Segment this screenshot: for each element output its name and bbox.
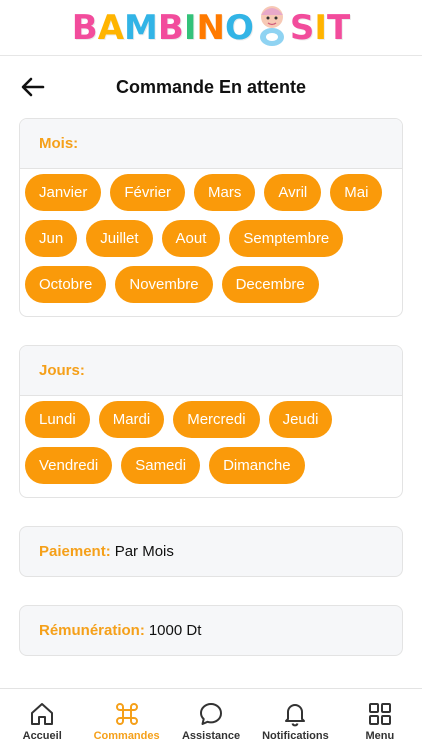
logo-letter: I (314, 7, 327, 48)
months-card: Mois: Janvier Février Mars Avril Mai Jun… (19, 118, 403, 317)
months-chips: Janvier Février Mars Avril Mai Jun Juill… (20, 169, 402, 316)
home-icon (31, 703, 54, 725)
bambinosit-logo: B A M B I N O S I T (71, 3, 351, 50)
month-chip[interactable]: Jun (25, 220, 78, 257)
month-chip[interactable]: Novembre (115, 266, 213, 303)
command-icon (115, 703, 138, 725)
days-label: Jours: (39, 362, 85, 379)
payment-label: Paiement: (39, 543, 111, 560)
grid-icon (368, 703, 391, 725)
day-chip[interactable]: Mercredi (173, 401, 260, 438)
tab-accueil[interactable]: Accueil (0, 689, 84, 750)
chat-bubble-icon (200, 703, 223, 725)
month-chip[interactable]: Mai (330, 174, 383, 211)
month-chip[interactable]: Juillet (86, 220, 153, 257)
order-details: Mois: Janvier Février Mars Avril Mai Jun… (0, 118, 422, 656)
baby-mascot-icon (255, 3, 289, 47)
day-chip[interactable]: Dimanche (209, 447, 305, 484)
tab-label: Accueil (22, 730, 62, 742)
tab-notifications[interactable]: Notifications (253, 689, 337, 750)
tab-label: Notifications (262, 730, 329, 742)
months-card-header: Mois: (20, 119, 402, 169)
month-chip[interactable]: Aout (161, 220, 221, 257)
logo-letter: O (224, 7, 254, 48)
month-chip[interactable]: Mars (194, 174, 256, 211)
day-chip[interactable]: Samedi (121, 447, 201, 484)
days-card-header: Jours: (20, 346, 402, 396)
month-chip[interactable]: Avril (264, 174, 322, 211)
tab-label: Assistance (181, 730, 241, 742)
tab-label: Commandes (93, 730, 160, 742)
month-chip[interactable]: Semptembre (229, 220, 344, 257)
month-chip[interactable]: Octobre (25, 266, 107, 303)
logo-letter: N (196, 7, 225, 48)
month-chip[interactable]: Decembre (221, 266, 319, 303)
app-header: B A M B I N O S I T (0, 0, 422, 56)
day-chip[interactable]: Lundi (25, 401, 90, 438)
payment-value: Par Mois (114, 543, 174, 560)
bell-icon (285, 704, 306, 727)
logo-letter: I (183, 7, 197, 48)
month-chip[interactable]: Février (110, 174, 186, 211)
logo-letter: S (289, 7, 315, 48)
tab-commandes[interactable]: Commandes (84, 689, 168, 750)
day-chip[interactable]: Mardi (98, 401, 165, 438)
tab-label: Menu (365, 730, 395, 742)
logo-letter: B (71, 7, 98, 48)
payment-card: Paiement: Par Mois (19, 526, 403, 577)
tab-menu[interactable]: Menu (338, 689, 422, 750)
logo-letter: M (124, 7, 158, 48)
remuneration-value: 1000 Dt (148, 622, 202, 639)
logo-letter: B (157, 7, 184, 48)
day-chip[interactable]: Vendredi (25, 447, 113, 484)
month-chip[interactable]: Janvier (25, 174, 102, 211)
title-bar: Commande En attente (0, 56, 422, 118)
page-title: Commande En attente (115, 76, 307, 97)
logo-letter: A (97, 7, 125, 48)
remuneration-label: Rémunération: (39, 622, 145, 639)
bottom-tab-bar: Accueil Commandes Assistance Notificatio… (0, 688, 422, 750)
remuneration-card: Rémunération: 1000 Dt (19, 605, 403, 656)
day-chip[interactable]: Jeudi (268, 401, 333, 438)
days-chips: Lundi Mardi Mercredi Jeudi Vendredi Same… (20, 396, 402, 497)
tab-assistance[interactable]: Assistance (169, 689, 253, 750)
back-arrow-icon[interactable] (20, 74, 46, 100)
logo-letter: T (327, 7, 351, 48)
months-label: Mois: (39, 135, 79, 152)
days-card: Jours: Lundi Mardi Mercredi Jeudi Vendre… (19, 345, 403, 498)
